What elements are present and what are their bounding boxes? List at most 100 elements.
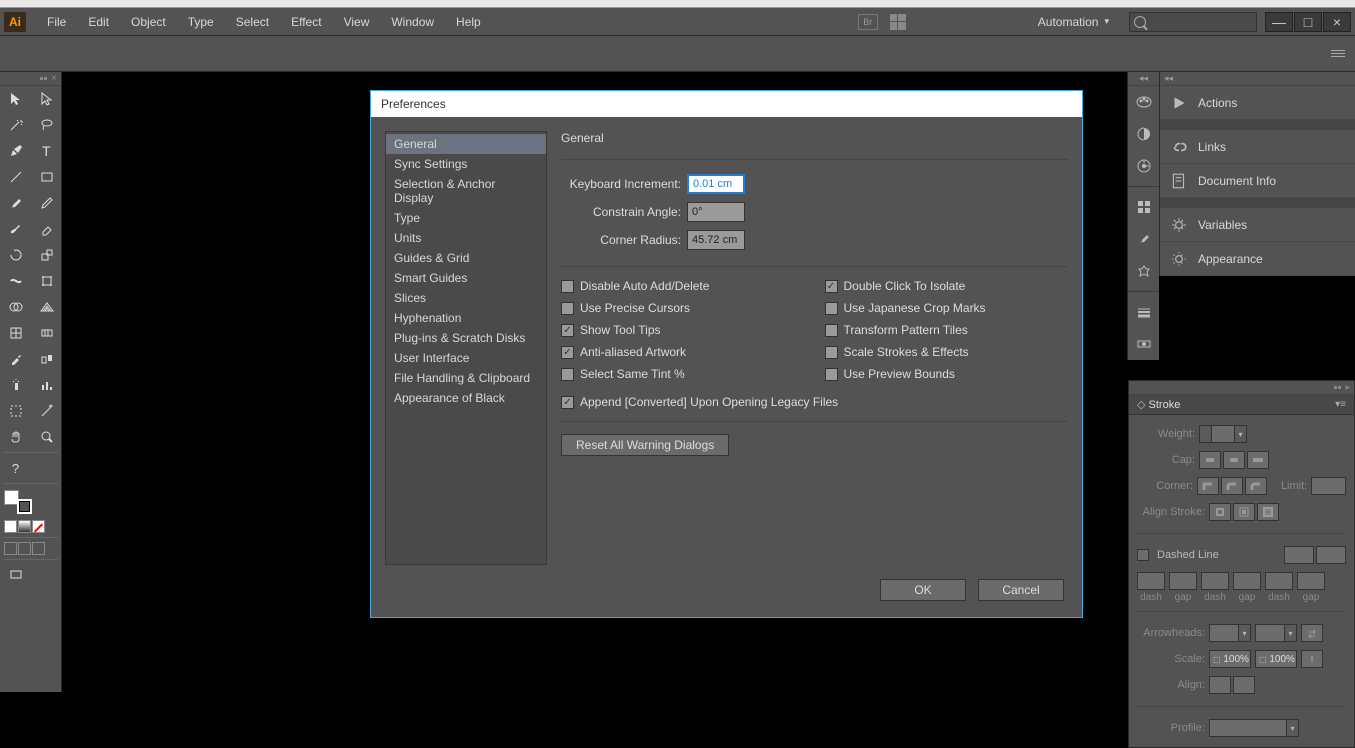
control-menu-icon[interactable] [1331, 50, 1345, 57]
limit-field[interactable] [1311, 477, 1346, 495]
dash-preserve[interactable] [1284, 546, 1314, 564]
extra-tool[interactable] [31, 455, 62, 481]
menu-select[interactable]: Select [225, 8, 280, 36]
stroke-swatch[interactable] [17, 499, 32, 514]
keyboard-increment-input[interactable] [687, 174, 745, 194]
pen-tool[interactable] [0, 138, 31, 164]
gradient-panel-icon[interactable] [1128, 328, 1160, 360]
draw-inside[interactable] [32, 542, 45, 555]
symbols-icon[interactable] [1128, 255, 1160, 287]
tool-panel-close-icon[interactable]: × [51, 73, 57, 84]
stroke-tab[interactable]: Stroke [1149, 399, 1181, 411]
collapse-icon[interactable]: ◂◂ [1128, 72, 1159, 86]
line-tool[interactable] [0, 164, 31, 190]
align-center[interactable] [1209, 503, 1231, 521]
scale-link[interactable] [1301, 650, 1323, 668]
corner-bevel[interactable] [1245, 477, 1267, 495]
category-item[interactable]: Sync Settings [386, 154, 546, 174]
actions-panel[interactable]: Actions [1160, 86, 1355, 120]
scale-start[interactable]: ⬚ 100% [1209, 650, 1251, 668]
ok-button[interactable]: OK [880, 579, 966, 601]
align-outside[interactable] [1257, 503, 1279, 521]
search-box[interactable] [1129, 12, 1257, 32]
pref-checkbox[interactable]: Transform Pattern Tiles [825, 323, 1069, 337]
gap-3[interactable] [1297, 572, 1325, 590]
hand-tool[interactable] [0, 424, 31, 450]
zoom-tool[interactable] [31, 424, 62, 450]
screen-mode[interactable] [0, 562, 31, 588]
symbol-sprayer-tool[interactable] [0, 372, 31, 398]
rotate-tool[interactable] [0, 242, 31, 268]
menu-window[interactable]: Window [380, 8, 445, 36]
maximize-button[interactable]: □ [1294, 12, 1322, 32]
dash-2[interactable] [1201, 572, 1229, 590]
menu-view[interactable]: View [333, 8, 381, 36]
cancel-button[interactable]: Cancel [978, 579, 1064, 601]
category-item[interactable]: Units [386, 228, 546, 248]
reset-warnings-button[interactable]: Reset All Warning Dialogs [561, 434, 729, 456]
constrain-angle-input[interactable] [687, 202, 745, 222]
stroke-icon[interactable] [1128, 296, 1160, 328]
perspective-grid-tool[interactable] [31, 294, 62, 320]
dash-3[interactable] [1265, 572, 1293, 590]
align-inside[interactable] [1233, 503, 1255, 521]
pref-checkbox[interactable]: Disable Auto Add/Delete [561, 279, 805, 293]
pref-checkbox[interactable]: Use Preview Bounds [825, 367, 1069, 381]
eraser-tool[interactable] [31, 216, 62, 242]
pref-checkbox[interactable]: Anti-aliased Artwork [561, 345, 805, 359]
draw-normal[interactable] [4, 542, 17, 555]
lasso-tool[interactable] [31, 112, 62, 138]
cap-projecting[interactable] [1247, 451, 1269, 469]
magic-wand-tool[interactable] [0, 112, 31, 138]
kuler-icon[interactable] [1128, 150, 1160, 182]
cap-butt[interactable] [1199, 451, 1221, 469]
shape-builder-tool[interactable] [0, 294, 31, 320]
eyedropper-tool[interactable] [0, 346, 31, 372]
color-panel-icon[interactable] [1128, 86, 1160, 118]
pref-checkbox[interactable]: Show Tool Tips [561, 323, 805, 337]
corner-round[interactable] [1221, 477, 1243, 495]
workspace-switcher[interactable]: Automation▾ [1026, 11, 1121, 33]
menu-file[interactable]: File [36, 8, 77, 36]
blob-brush-tool[interactable] [0, 216, 31, 242]
dash-align[interactable] [1316, 546, 1346, 564]
blend-tool[interactable] [31, 346, 62, 372]
draw-behind[interactable] [18, 542, 31, 555]
gap-2[interactable] [1233, 572, 1261, 590]
category-item[interactable]: General [386, 134, 546, 154]
gradient-tool[interactable] [31, 320, 62, 346]
mesh-tool[interactable] [0, 320, 31, 346]
menu-effect[interactable]: Effect [280, 8, 332, 36]
arrow-align-tip[interactable] [1209, 676, 1231, 694]
minimize-button[interactable]: — [1265, 12, 1293, 32]
menu-type[interactable]: Type [177, 8, 225, 36]
grid-icon[interactable] [890, 14, 906, 30]
category-item[interactable]: Smart Guides [386, 268, 546, 288]
dash-1[interactable] [1137, 572, 1165, 590]
append-legacy-checkbox[interactable]: Append [Converted] Upon Opening Legacy F… [561, 395, 1068, 409]
document-info-panel[interactable]: Document Info [1160, 164, 1355, 198]
panel-collapse-icon[interactable]: ◂◂ [1160, 72, 1355, 86]
swatches-icon[interactable] [1128, 191, 1160, 223]
profile-field[interactable]: ▾ [1209, 719, 1299, 737]
selection-tool[interactable] [0, 86, 31, 112]
column-graph-tool[interactable] [31, 372, 62, 398]
color-guide-icon[interactable] [1128, 118, 1160, 150]
corner-radius-input[interactable] [687, 230, 745, 250]
weight-field[interactable]: ▾ [1199, 425, 1247, 443]
pref-checkbox[interactable]: Double Click To Isolate [825, 279, 1069, 293]
category-item[interactable]: Guides & Grid [386, 248, 546, 268]
menu-edit[interactable]: Edit [77, 8, 120, 36]
category-item[interactable]: Slices [386, 288, 546, 308]
category-item[interactable]: Appearance of Black [386, 388, 546, 408]
touch-type-tool[interactable]: ? [0, 455, 31, 481]
panel-menu-icon[interactable]: ▾≡ [1335, 399, 1346, 410]
artboard-tool[interactable] [0, 398, 31, 424]
scale-tool[interactable] [31, 242, 62, 268]
type-tool[interactable]: T [31, 138, 62, 164]
brushes-icon[interactable] [1128, 223, 1160, 255]
paintbrush-tool[interactable] [0, 190, 31, 216]
variables-panel[interactable]: Variables [1160, 208, 1355, 242]
arrow-align-end[interactable] [1233, 676, 1255, 694]
scale-end[interactable]: ⬚ 100% [1255, 650, 1297, 668]
